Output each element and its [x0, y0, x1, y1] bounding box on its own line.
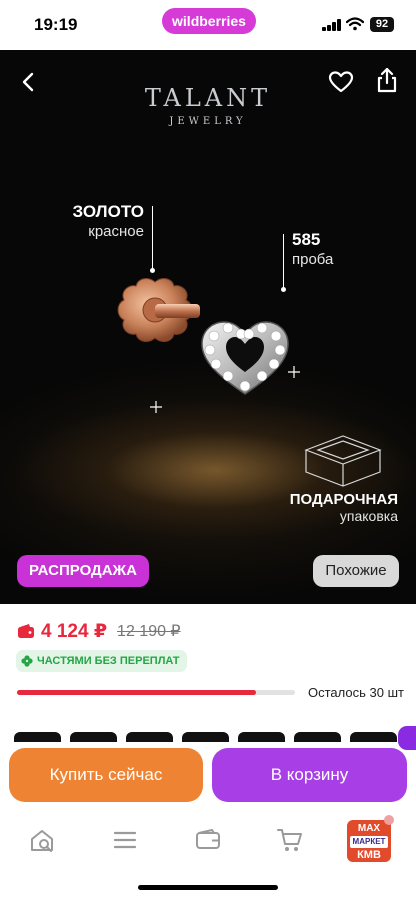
- installment-label: ЧАСТЯМИ БЕЗ ПЕРЕПЛАТ: [37, 655, 180, 667]
- gift-box-image: [304, 435, 382, 487]
- notification-dot: [384, 815, 394, 825]
- installment-badge[interactable]: ЧАСТЯМИ БЕЗ ПЕРЕПЛАТ: [16, 650, 187, 672]
- similar-button[interactable]: Похожие: [313, 555, 399, 587]
- gift-label: ПОДАРОЧНАЯ упаковка: [270, 491, 398, 524]
- thumbnail[interactable]: [182, 732, 229, 742]
- promo-profile-tab[interactable]: MAX МАРКЕТ КМВ: [347, 820, 391, 862]
- thumbnail[interactable]: [294, 732, 341, 742]
- probe-subtitle: проба: [292, 251, 334, 268]
- clover-icon: [21, 655, 33, 667]
- product-hero-image[interactable]: TALANT JEWELRY ЗОЛОТО красное 585 проба: [0, 50, 416, 604]
- heart-icon: [328, 71, 354, 93]
- wallet-icon: [18, 624, 34, 638]
- chevron-left-icon: [22, 72, 34, 92]
- metal-subtitle: красное: [88, 223, 144, 240]
- promo-mid: МАРКЕТ: [350, 836, 388, 848]
- catalog-menu-icon: [113, 831, 137, 849]
- add-to-cart-button[interactable]: В корзину: [212, 748, 407, 802]
- share-button[interactable]: [369, 62, 405, 98]
- brand-name: TALANT: [144, 84, 272, 112]
- favorite-button[interactable]: [323, 64, 359, 100]
- promo-top: MAX: [357, 823, 381, 834]
- tab-cart[interactable]: [272, 822, 308, 858]
- thumbnail[interactable]: [14, 732, 61, 742]
- wallet-tab-icon: [196, 828, 220, 849]
- tab-wallet[interactable]: [190, 822, 226, 858]
- stock-left-label: Осталось 30 шт: [308, 685, 404, 700]
- url-pill[interactable]: wildberries: [162, 8, 256, 34]
- probe-title: 585: [292, 230, 321, 249]
- probe-label: 585 проба: [292, 230, 333, 268]
- metal-pointer-line: [152, 206, 153, 270]
- thumbnail[interactable]: [238, 732, 285, 742]
- metal-label: ЗОЛОТО красное: [40, 202, 144, 240]
- scroll-edge-indicator: [398, 726, 416, 750]
- wifi-icon: [346, 17, 364, 31]
- back-button[interactable]: [10, 64, 46, 100]
- cart-icon: [277, 829, 302, 851]
- bottom-tab-bar: MAX МАРКЕТ КМВ: [0, 812, 416, 872]
- thumbnail-strip: [14, 732, 416, 742]
- thumbnail[interactable]: [70, 732, 117, 742]
- battery-icon: 92: [370, 17, 394, 32]
- home-indicator: [138, 885, 278, 890]
- cellular-signal-icon: [322, 19, 342, 31]
- status-time: 19:19: [34, 15, 78, 34]
- tab-catalog[interactable]: [107, 822, 143, 858]
- earring-image: [117, 278, 300, 413]
- price-row: 4 124 ₽ 12 190 ₽: [17, 620, 181, 642]
- gift-title: ПОДАРОЧНАЯ: [289, 491, 398, 508]
- sale-badge: РАСПРОДАЖА: [17, 555, 149, 587]
- brand-logo: TALANT JEWELRY: [118, 84, 298, 127]
- share-icon: [377, 67, 397, 93]
- thumbnail[interactable]: [126, 732, 173, 742]
- buy-now-button[interactable]: Купить сейчас: [9, 748, 203, 802]
- promo-bottom: КМВ: [357, 849, 381, 861]
- old-price: 12 190 ₽: [117, 623, 181, 640]
- gift-subtitle: упаковка: [339, 508, 398, 524]
- metal-title: ЗОЛОТО: [72, 202, 144, 221]
- status-bar: 19:19 wildberries 92: [0, 0, 416, 50]
- stock-progress-fill: [17, 690, 257, 695]
- current-price: 4 124 ₽: [41, 620, 108, 642]
- tab-home[interactable]: [24, 822, 60, 858]
- thumbnail[interactable]: [350, 732, 397, 742]
- stock-progress-bar: [17, 690, 295, 695]
- home-search-icon: [31, 830, 53, 852]
- brand-subtitle: JEWELRY: [169, 116, 247, 127]
